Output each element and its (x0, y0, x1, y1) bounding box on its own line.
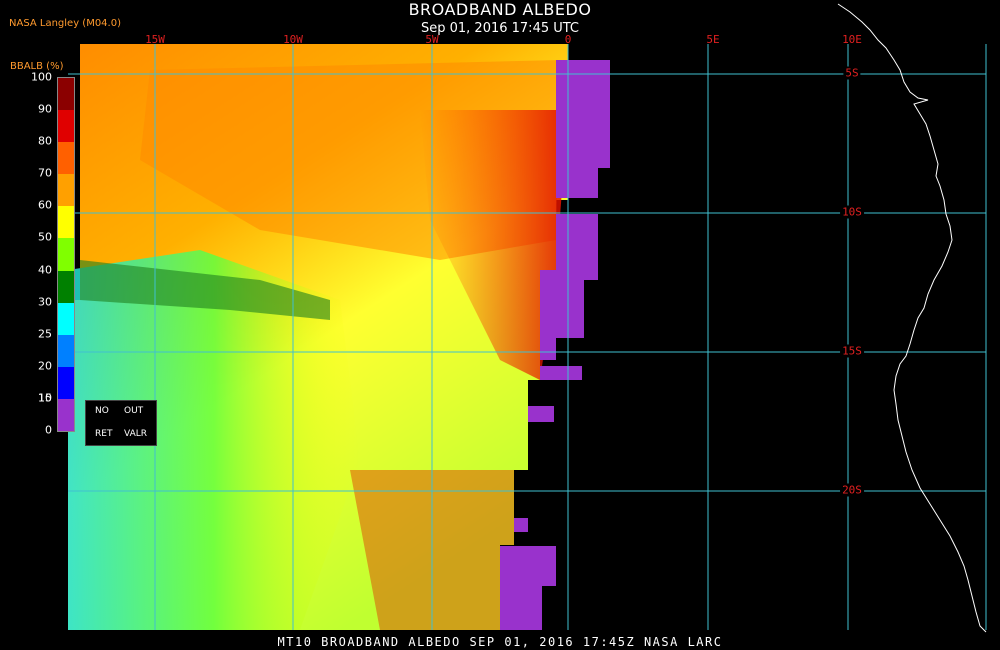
legend-swatch (58, 110, 74, 143)
no-retrieval-block (540, 366, 582, 380)
color-legend (57, 77, 75, 432)
lon-label-10w: 10W (283, 33, 303, 46)
albedo-map (68, 3, 987, 633)
no-retrieval-block (500, 546, 556, 630)
legend-tick-label: 0 (45, 423, 52, 437)
lon-label-15w: 15W (145, 33, 165, 46)
satellite-swath (68, 44, 568, 630)
legend-swatch (58, 206, 74, 239)
lon-label-5w: 5W (425, 33, 439, 46)
legend-swatch (58, 174, 74, 207)
no-retrieval-block (528, 406, 554, 422)
no-retrieval-block (556, 60, 610, 198)
coastline (837, 3, 987, 633)
legend-tick-label: 40 (38, 263, 52, 277)
legend-tick-label: 80 (38, 134, 52, 148)
lon-label-0: 0 (564, 33, 572, 46)
legend-tick-label: 50 (38, 230, 52, 244)
no-retrieval-legend: NO OUT RET VALR (85, 400, 157, 446)
legend-swatch (58, 334, 74, 368)
legend-tick-label: 30 (38, 295, 52, 309)
legend-swatch (58, 366, 74, 400)
legend-tick-label: 70 (38, 166, 52, 180)
lon-label-5e: 5E (706, 33, 720, 46)
no-retrieval-block (514, 518, 528, 532)
legend-no-label: NO (95, 406, 109, 416)
legend-swatch (58, 270, 74, 304)
legend-ret-label: RET (95, 429, 113, 439)
legend-tick-label: 10 (38, 391, 52, 405)
legend-swatch (58, 238, 74, 272)
lat-label-10s: 10S (840, 205, 864, 219)
lon-label-10e: 10E (842, 33, 862, 46)
legend-swatch (58, 142, 74, 175)
legend-swatch (58, 302, 74, 336)
footer-caption: MT10 BROADBAND ALBEDO SEP 01, 2016 17:45… (277, 635, 723, 649)
lat-label-5s: 5S (843, 66, 861, 80)
legend-tick-label: 25 (38, 327, 52, 341)
legend-tick-label: 90 (38, 102, 52, 116)
legend-tick-label: 60 (38, 198, 52, 212)
legend-swatch (58, 398, 74, 432)
legend-swatch (58, 78, 74, 111)
legend-tick-label: 100 (31, 70, 52, 84)
lat-label-20s: 20S (840, 483, 864, 497)
legend-out-label: OUT (124, 406, 144, 416)
legend-tick-label: 20 (38, 359, 52, 373)
lat-label-15s: 15S (840, 344, 864, 358)
legend-valr-label: VALR (124, 429, 148, 439)
